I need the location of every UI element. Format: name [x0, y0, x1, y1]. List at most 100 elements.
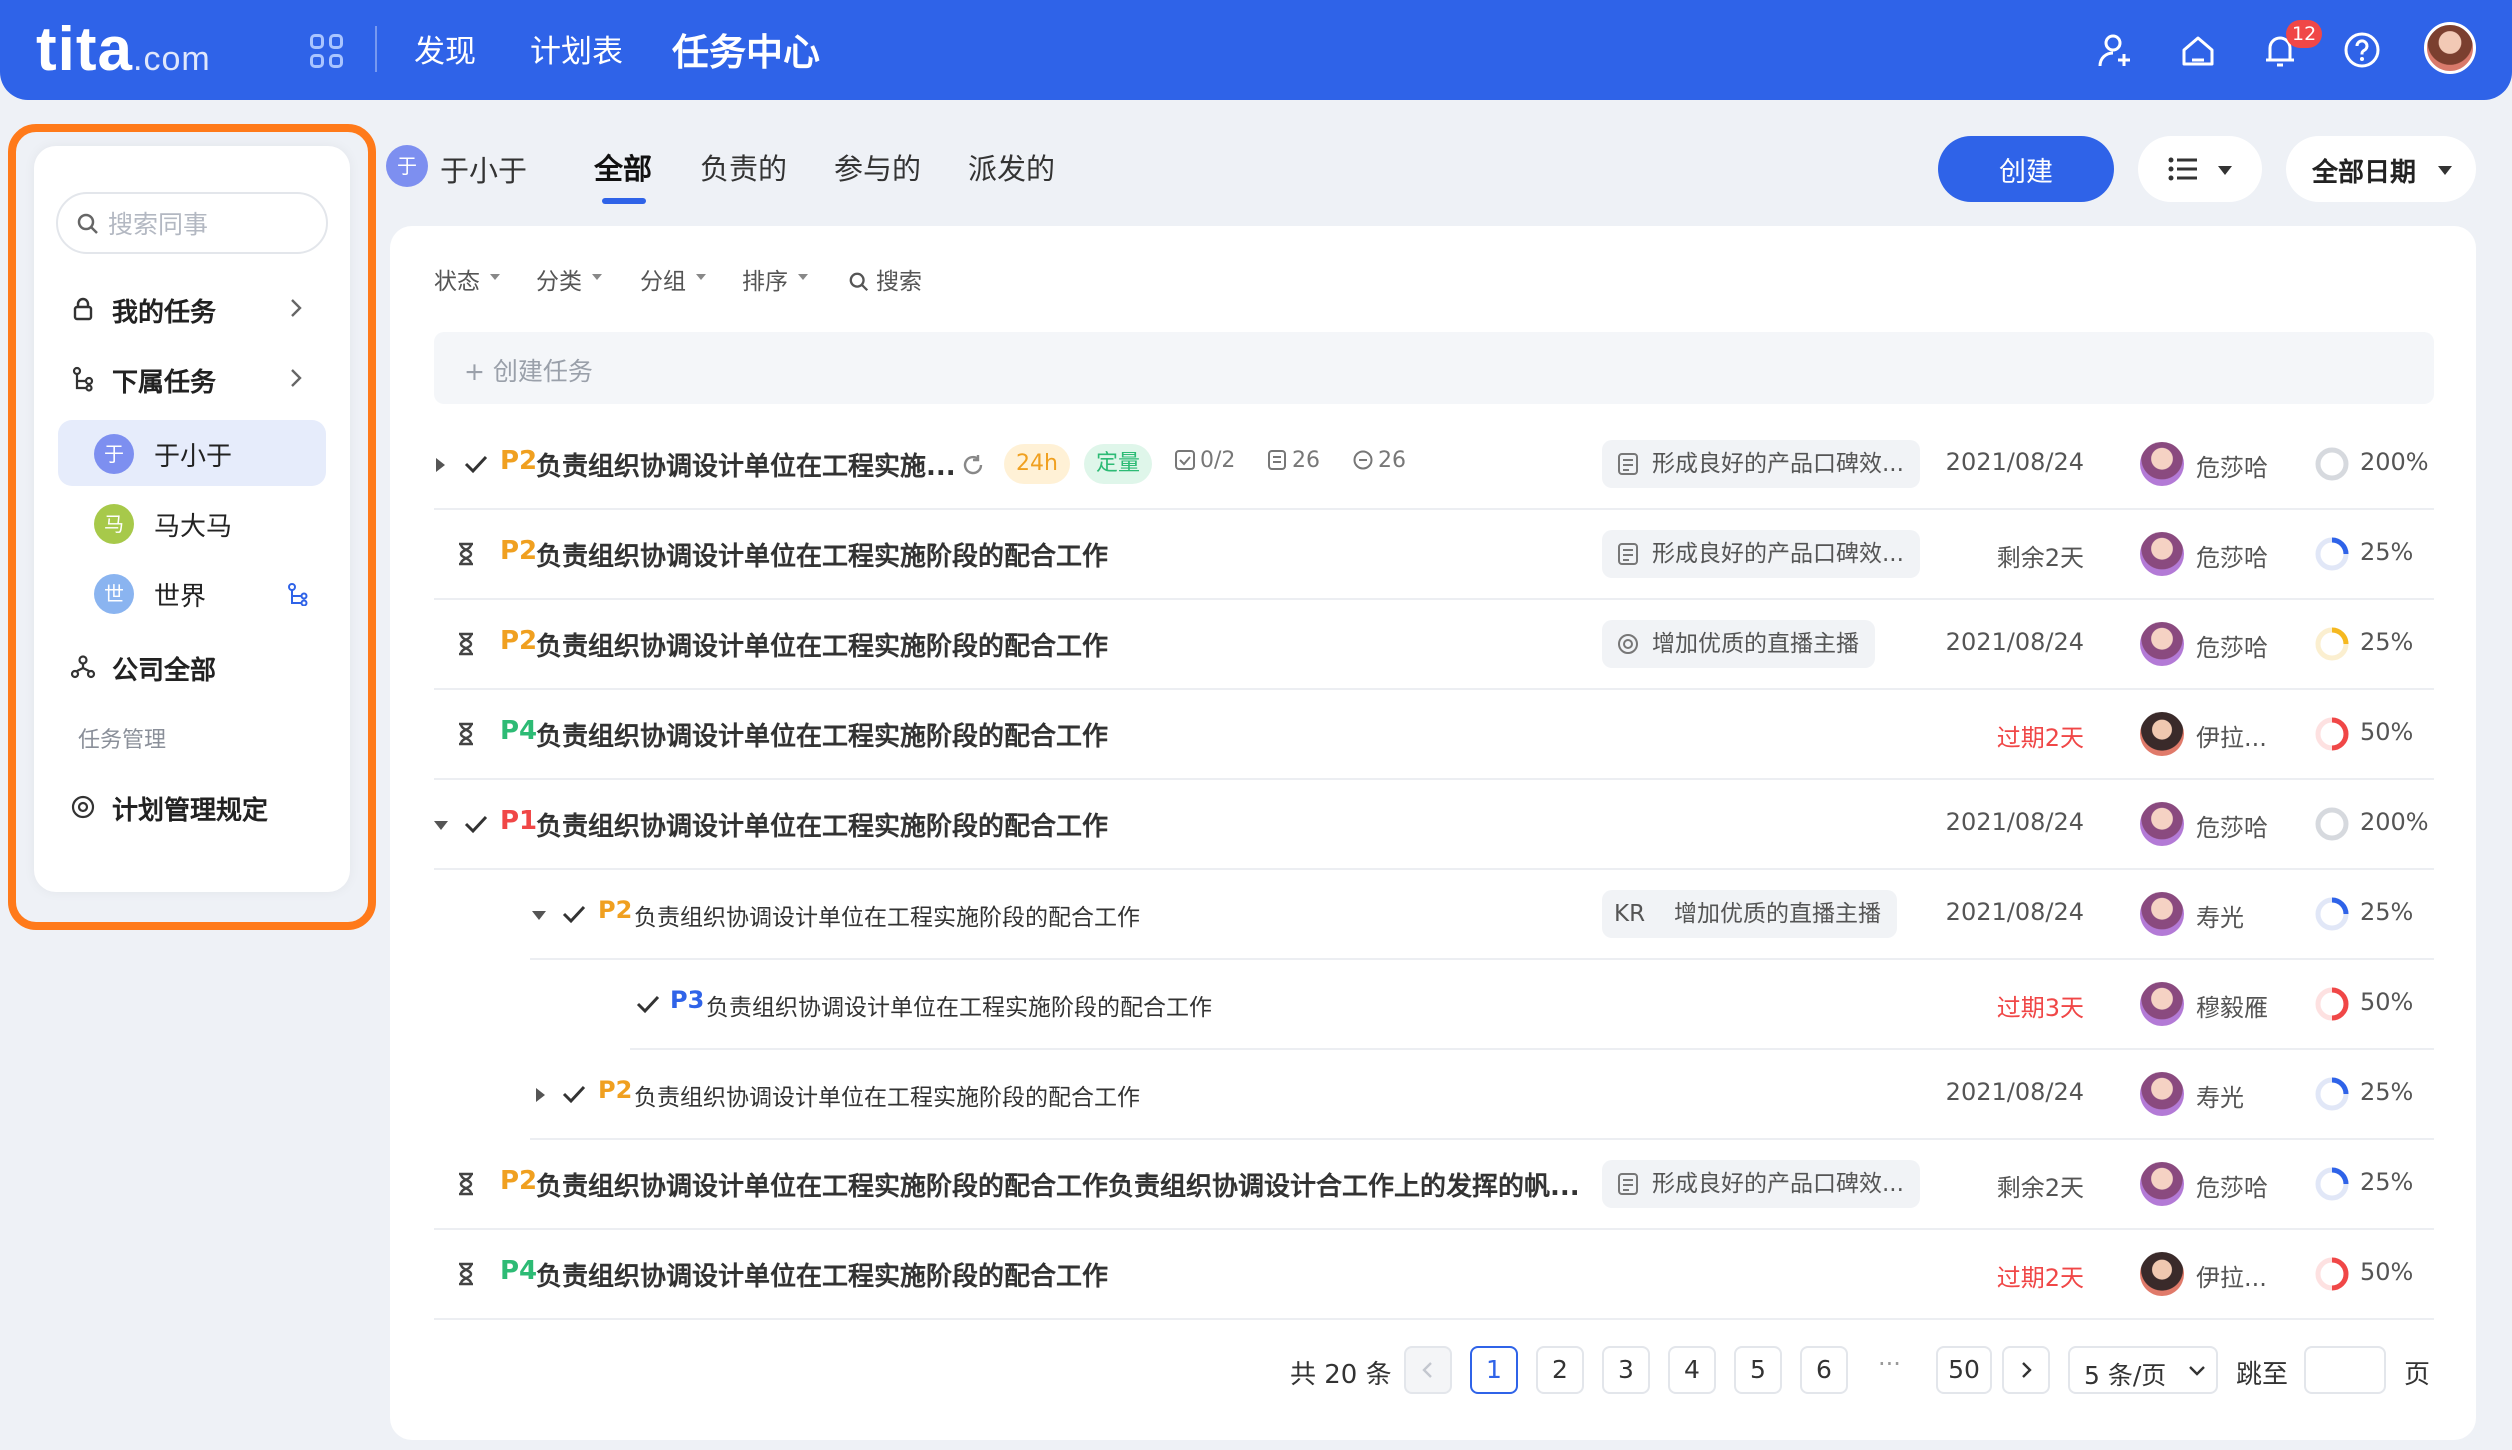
task-row[interactable]: P4 负责组织协调设计单位在工程实施阶段的配合工作 过期2天 伊拉... 50%: [434, 690, 2434, 780]
colleague-search[interactable]: [56, 192, 328, 254]
tab-assigned[interactable]: 派发的: [968, 146, 1055, 188]
task-title[interactable]: 负责组织协调设计单位在工程实施阶段的配合工作: [706, 988, 1212, 1022]
nav-planner[interactable]: 计划表: [530, 26, 623, 71]
page-button-4[interactable]: 4: [1668, 1346, 1716, 1394]
sidebar-item-my-tasks[interactable]: 我的任务: [34, 276, 350, 340]
tab-responsible[interactable]: 负责的: [700, 146, 787, 188]
member-name: 于小于: [154, 442, 233, 472]
task-row[interactable]: P2 负责组织协调设计单位在工程实施阶段的配合工作负责组织协调设计合工作上的发挥…: [434, 1140, 2434, 1230]
task-title[interactable]: 负责组织协调设计单位在工程实施阶段的配合工作: [634, 1078, 1140, 1112]
task-title[interactable]: 负责组织协调设计单位在工程实施阶段的配合工作: [536, 806, 1108, 843]
jump-page-input[interactable]: [2304, 1346, 2386, 1394]
progress-value: 50%: [2360, 718, 2414, 746]
owner-avatar[interactable]: [2140, 1252, 2184, 1296]
task-title[interactable]: 负责组织协调设计单位在工程实施阶段的配合工作: [536, 1256, 1108, 1293]
page-button-5[interactable]: 5: [1734, 1346, 1782, 1394]
filter-group[interactable]: 分组: [640, 262, 706, 296]
goal-link[interactable]: 形成良好的产品口碑效...: [1602, 440, 1920, 488]
owner-avatar[interactable]: [2140, 622, 2184, 666]
sidebar-member-yuxiaoyu[interactable]: 于 于小于: [58, 420, 326, 486]
filter-status[interactable]: 状态: [434, 262, 500, 296]
task-row-child[interactable]: P2 负责组织协调设计单位在工程实施阶段的配合工作 KR 增加优质的直播主播 20…: [530, 870, 2434, 960]
view-mode-dropdown[interactable]: [2138, 136, 2262, 202]
owner-avatar[interactable]: [2140, 982, 2184, 1026]
expand-icon[interactable]: [536, 1088, 545, 1102]
task-row[interactable]: P2 负责组织协调设计单位在工程实施... 24h 定量 0/2 26 26 形…: [434, 420, 2434, 510]
page-button-2[interactable]: 2: [1536, 1346, 1584, 1394]
task-row[interactable]: P4 负责组织协调设计单位在工程实施阶段的配合工作 过期2天 伊拉... 50%: [434, 1230, 2434, 1320]
colleague-search-input[interactable]: [108, 204, 318, 244]
progress-value: 200%: [2360, 808, 2429, 836]
task-row-child[interactable]: P2 负责组织协调设计单位在工程实施阶段的配合工作 2021/08/24 寿光 …: [530, 1050, 2434, 1140]
progress-value: 25%: [2360, 538, 2414, 566]
filter-category[interactable]: 分类: [536, 262, 602, 296]
hourglass-icon[interactable]: [452, 540, 480, 568]
hourglass-icon[interactable]: [452, 1260, 480, 1288]
collapse-icon[interactable]: [434, 821, 448, 830]
task-title[interactable]: 负责组织协调设计单位在工程实施阶段的配合工作: [536, 536, 1108, 573]
date-filter-dropdown[interactable]: 全部日期: [2286, 136, 2476, 202]
help-icon[interactable]: [2342, 30, 2382, 70]
expand-icon[interactable]: [436, 458, 445, 472]
goal-link[interactable]: 形成良好的产品口碑效...: [1602, 1160, 1920, 1208]
sidebar-member-madama[interactable]: 马 马大马: [58, 490, 326, 556]
hourglass-icon[interactable]: [452, 630, 480, 658]
sidebar-item-company-all[interactable]: 公司全部: [34, 634, 350, 698]
subordinate-tree-icon[interactable]: [286, 582, 310, 606]
goal-link[interactable]: KR 增加优质的直播主播: [1602, 890, 1897, 938]
apps-grid-icon[interactable]: [310, 34, 344, 68]
goal-link[interactable]: 增加优质的直播主播: [1602, 620, 1875, 668]
filter-sort[interactable]: 排序: [742, 262, 808, 296]
task-row[interactable]: P1 负责组织协调设计单位在工程实施阶段的配合工作 2021/08/24 危莎哈…: [434, 780, 2434, 870]
create-button[interactable]: 创建: [1938, 136, 2114, 202]
check-icon[interactable]: [634, 990, 662, 1018]
task-title[interactable]: 负责组织协调设计单位在工程实施阶段的配合工作: [634, 898, 1140, 932]
check-icon[interactable]: [462, 450, 490, 478]
task-row[interactable]: P2 负责组织协调设计单位在工程实施阶段的配合工作 增加优质的直播主播 2021…: [434, 600, 2434, 690]
attachment-icon: [1268, 450, 1286, 470]
pagination-ellipsis[interactable]: ···: [1878, 1350, 1901, 1378]
owner-avatar[interactable]: [2140, 892, 2184, 936]
nav-discover[interactable]: 发现: [414, 26, 476, 71]
owner-avatar[interactable]: [2140, 442, 2184, 486]
owner-avatar[interactable]: [2140, 802, 2184, 846]
owner-avatar[interactable]: [2140, 532, 2184, 576]
nav-task-center[interactable]: 任务中心: [672, 22, 820, 76]
user-avatar[interactable]: [2424, 22, 2476, 74]
task-title[interactable]: 负责组织协调设计单位在工程实施...: [536, 446, 956, 483]
create-task-input[interactable]: + 创建任务: [434, 332, 2434, 404]
home-icon[interactable]: [2178, 30, 2218, 70]
sidebar-item-plan-rules[interactable]: 计划管理规定: [34, 774, 350, 838]
task-row[interactable]: P2 负责组织协调设计单位在工程实施阶段的配合工作 形成良好的产品口碑效... …: [434, 510, 2434, 600]
task-title[interactable]: 负责组织协调设计单位在工程实施阶段的配合工作: [536, 716, 1108, 753]
page-button-3[interactable]: 3: [1602, 1346, 1650, 1394]
owner-name: 危莎哈: [2196, 634, 2268, 662]
page-button-1[interactable]: 1: [1470, 1346, 1518, 1394]
tab-all[interactable]: 全部: [594, 146, 652, 188]
prev-page-button[interactable]: [1404, 1346, 1452, 1394]
sidebar-member-shijie[interactable]: 世 世界: [58, 560, 326, 626]
next-page-button[interactable]: [2002, 1346, 2050, 1394]
add-person-icon[interactable]: [2096, 30, 2136, 70]
owner-avatar[interactable]: [2140, 1162, 2184, 1206]
collapse-icon[interactable]: [532, 911, 546, 920]
page-size-select[interactable]: 5 条/页: [2068, 1346, 2218, 1394]
filter-search[interactable]: 搜索: [848, 262, 922, 296]
tita-logo[interactable]: tita.com: [36, 14, 211, 85]
check-icon[interactable]: [560, 1080, 588, 1108]
hourglass-icon[interactable]: [452, 720, 480, 748]
owner-avatar[interactable]: [2140, 712, 2184, 756]
check-icon[interactable]: [462, 810, 490, 838]
check-icon[interactable]: [560, 900, 588, 928]
sidebar-item-sub-tasks[interactable]: 下属任务: [34, 346, 350, 410]
tab-participating[interactable]: 参与的: [834, 146, 921, 188]
task-title[interactable]: 负责组织协调设计单位在工程实施阶段的配合工作负责组织协调设计合工作上的发挥的帆.…: [536, 1166, 1586, 1203]
task-title[interactable]: 负责组织协调设计单位在工程实施阶段的配合工作: [536, 626, 1108, 663]
current-user-name[interactable]: 于小于: [440, 148, 527, 190]
owner-avatar[interactable]: [2140, 1072, 2184, 1116]
page-button-last[interactable]: 50: [1936, 1346, 1992, 1394]
task-row-child[interactable]: P3 负责组织协调设计单位在工程实施阶段的配合工作 过期3天 穆毅雁 50%: [630, 960, 2434, 1050]
page-button-6[interactable]: 6: [1800, 1346, 1848, 1394]
hourglass-icon[interactable]: [452, 1170, 480, 1198]
goal-link[interactable]: 形成良好的产品口碑效...: [1602, 530, 1920, 578]
